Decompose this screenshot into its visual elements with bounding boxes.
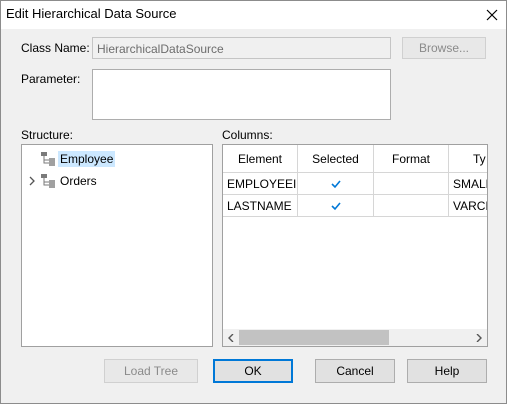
cancel-button[interactable]: Cancel: [315, 359, 395, 383]
title-bar: Edit Hierarchical Data Source: [1, 1, 506, 29]
load-tree-button[interactable]: Load Tree: [104, 359, 198, 383]
structure-label: Structure:: [21, 128, 74, 142]
column-header-format[interactable]: Format: [374, 145, 449, 173]
tree-item-orders[interactable]: Orders: [24, 171, 99, 191]
checkmark-icon[interactable]: [330, 200, 342, 212]
chevron-right-icon: [476, 333, 482, 342]
class-name-label: Class Name:: [21, 41, 90, 55]
cell-selected[interactable]: [298, 173, 374, 195]
cell-type[interactable]: SMALLI: [449, 173, 487, 195]
tree-item-label: Orders: [60, 174, 97, 188]
cell-format[interactable]: [374, 195, 449, 217]
edit-hierarchical-data-source-dialog: Edit Hierarchical Data Source Class Name…: [0, 0, 507, 404]
load-tree-button-label: Load Tree: [123, 364, 179, 378]
hierarchy-node-icon: [41, 174, 55, 188]
tree-item-employee[interactable]: Employee: [24, 149, 116, 169]
parameter-label: Parameter:: [21, 72, 81, 86]
column-header-selected[interactable]: Selected: [298, 145, 374, 173]
cell-element[interactable]: LASTNAME: [223, 195, 298, 217]
ok-button-label: OK: [244, 364, 262, 378]
close-button[interactable]: [478, 1, 506, 29]
cell-format[interactable]: [374, 173, 449, 195]
window-title: Edit Hierarchical Data Source: [6, 6, 177, 21]
column-header-type[interactable]: Ty: [449, 145, 487, 173]
chevron-left-icon: [228, 333, 234, 342]
cell-type[interactable]: VARCH: [449, 195, 487, 217]
cell-selected[interactable]: [298, 195, 374, 217]
cell-element[interactable]: EMPLOYEEID: [223, 173, 298, 195]
horizontal-scrollbar[interactable]: [223, 329, 487, 346]
help-button-label: Help: [434, 364, 460, 378]
structure-tree[interactable]: Employee Orders: [21, 144, 213, 347]
columns-label: Columns:: [222, 128, 273, 142]
browse-button[interactable]: Browse...: [402, 37, 486, 59]
class-name-value: HierarchicalDataSource: [97, 42, 224, 56]
browse-button-label: Browse...: [418, 41, 469, 55]
ok-button[interactable]: OK: [213, 359, 293, 383]
scroll-left-button[interactable]: [223, 329, 239, 346]
columns-grid[interactable]: Element Selected Format Ty EMPLOYEEID SM…: [222, 144, 488, 347]
expand-toggle[interactable]: [24, 176, 40, 186]
cancel-button-label: Cancel: [336, 364, 374, 378]
columns-grid-viewport: Element Selected Format Ty EMPLOYEEID SM…: [223, 145, 487, 329]
scroll-right-button[interactable]: [471, 329, 487, 346]
parameter-field[interactable]: [92, 69, 391, 120]
column-header-element[interactable]: Element: [223, 145, 298, 173]
scroll-thumb[interactable]: [239, 330, 389, 345]
close-icon: [486, 9, 498, 21]
class-name-field[interactable]: HierarchicalDataSource: [92, 37, 391, 59]
chevron-right-icon: [29, 176, 35, 186]
checkmark-icon[interactable]: [330, 178, 342, 190]
tree-item-label: Employee: [58, 151, 116, 167]
help-button[interactable]: Help: [407, 359, 487, 383]
hierarchy-node-icon: [41, 152, 55, 166]
